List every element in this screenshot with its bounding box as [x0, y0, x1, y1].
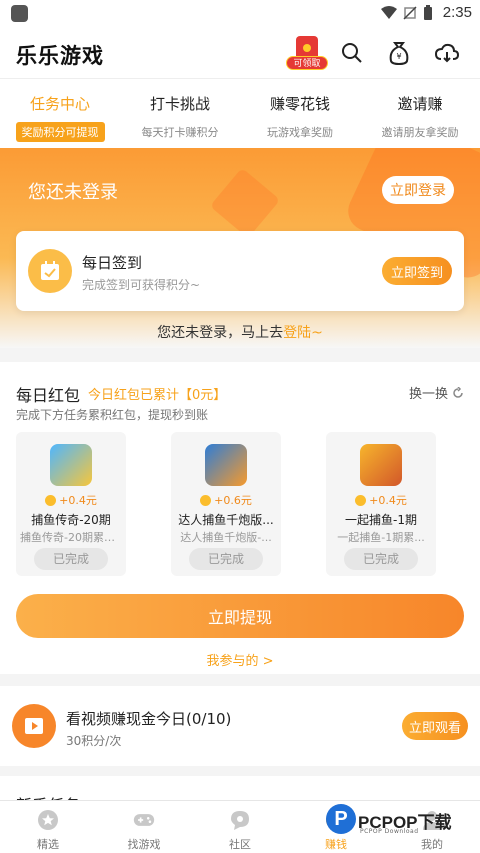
daily-signin-card: 每日签到 完成签到可获得积分~ 立即签到	[16, 231, 464, 311]
login-hint-text: 您还未登录，马上去	[157, 325, 284, 341]
gamepad-icon	[133, 809, 155, 831]
tab-subtitle: 邀请朋友拿奖励	[381, 126, 459, 139]
reward-amount: +0.4元	[326, 492, 436, 508]
star-icon	[37, 809, 59, 831]
coin-icon	[45, 494, 57, 506]
calendar-icon	[28, 249, 72, 293]
nav-item-featured[interactable]: 精选	[0, 801, 96, 853]
fish-game-icon	[50, 444, 92, 486]
video-icon	[12, 704, 56, 748]
signin-subtitle: 完成签到可获得积分~	[82, 278, 201, 292]
video-task-title: 看视频赚现金今日(0/10)	[66, 710, 232, 728]
tab-subtitle: 玩游戏拿奖励	[267, 126, 333, 139]
money-bag-icon: ¥	[389, 42, 409, 65]
cloud-download-icon	[435, 43, 459, 63]
redpack-claim-tag: 可领取	[286, 56, 328, 70]
video-task-section: 看视频赚现金今日(0/10) 30积分/次 立即观看	[0, 686, 480, 766]
tab-title: 赚零花钱	[269, 95, 330, 113]
withdraw-button[interactable]: 立即提现	[16, 594, 464, 638]
tab-task-center[interactable]: 任务中心 奖励积分可提现	[0, 79, 120, 149]
tab-checkin-challenge[interactable]: 打卡挑战 每天打卡赚积分	[120, 79, 240, 149]
nav-item-community[interactable]: 社区	[192, 801, 288, 853]
watch-video-button[interactable]: 立即观看	[402, 712, 468, 740]
chat-icon	[229, 809, 251, 831]
task-status-button[interactable]: 已完成	[344, 548, 418, 570]
my-participation-link[interactable]: 我参与的 >	[0, 650, 480, 669]
nav-label: 精选	[37, 838, 59, 851]
game-name: 达人捕鱼千炮版...	[178, 513, 274, 527]
refresh-button[interactable]: 换一换	[409, 383, 464, 402]
download-button[interactable]	[430, 36, 464, 70]
fish-game-icon	[205, 444, 247, 486]
refresh-icon	[453, 386, 463, 398]
tab-title: 邀请赚	[397, 95, 443, 113]
game-task-desc: 捕鱼传奇-20期累计...	[20, 531, 122, 544]
refresh-label: 换一换	[408, 387, 448, 402]
status-icons: 2:35	[380, 4, 472, 21]
app-title: 乐乐游戏	[16, 44, 104, 68]
notification-app-icon	[11, 5, 28, 22]
login-status-text: 您还未登录	[28, 182, 118, 203]
tab-invite[interactable]: 邀请赚 邀请朋友拿奖励	[360, 79, 480, 149]
redpack-total: 今日红包已累计【0元】	[88, 388, 227, 403]
redpack-claim-button[interactable]: 可领取	[286, 36, 328, 72]
status-bar: 2:35	[0, 0, 480, 28]
tab-pocket-money[interactable]: 赚零花钱 玩游戏拿奖励	[240, 79, 360, 149]
task-tabs: 任务中心 奖励积分可提现 打卡挑战 每天打卡赚积分 赚零花钱 玩游戏拿奖励 邀请…	[0, 78, 480, 148]
login-link[interactable]: 登陆~	[283, 325, 323, 341]
login-hint: 您还未登录，马上去登陆~	[0, 322, 480, 342]
tab-title: 任务中心	[29, 95, 90, 113]
task-status-button[interactable]: 已完成	[189, 548, 263, 570]
login-button[interactable]: 立即登录	[382, 176, 454, 204]
pcpop-watermark: P PCPOP下载 PCPOP Download	[322, 802, 472, 842]
redpack-title: 每日红包	[16, 386, 81, 405]
nav-label: 社区	[229, 838, 251, 851]
daily-redpack-section: 每日红包 今日红包已累计【0元】 换一换 完成下方任务累积红包，提现秒到账 +0…	[0, 362, 480, 674]
svg-text:¥: ¥	[396, 52, 401, 61]
game-task-card[interactable]: +0.4元 捕鱼传奇-20期 捕鱼传奇-20期累计... 已完成	[16, 432, 126, 576]
clock-time: 2:35	[442, 4, 472, 21]
game-name: 捕鱼传奇-20期	[31, 513, 111, 527]
game-task-card[interactable]: +0.4元 一起捕鱼-1期 一起捕鱼-1期累... 已完成	[326, 432, 436, 576]
task-status-button[interactable]: 已完成	[34, 548, 108, 570]
fish-game-icon	[360, 444, 402, 486]
coin-icon	[355, 494, 367, 506]
video-task-reward: 30积分/次	[66, 734, 122, 748]
reward-amount: +0.6元	[171, 492, 281, 508]
banner-decoration	[209, 167, 281, 239]
tab-subtitle: 奖励积分可提现	[15, 122, 105, 142]
game-task-card[interactable]: +0.6元 达人捕鱼千炮版... 达人捕鱼千炮版-... 已完成	[171, 432, 281, 576]
battery-icon	[423, 4, 432, 20]
signin-title: 每日签到	[82, 254, 143, 272]
game-name: 一起捕鱼-1期	[345, 513, 417, 527]
redpack-description: 完成下方任务累积红包，提现秒到账	[16, 408, 209, 422]
search-icon	[342, 43, 362, 63]
nav-label: 找游戏	[127, 838, 161, 851]
reward-amount: +0.4元	[16, 492, 126, 508]
nav-item-find-games[interactable]: 找游戏	[96, 801, 192, 853]
pcpop-logo: P	[326, 804, 356, 834]
coin-icon	[200, 494, 212, 506]
game-task-desc: 一起捕鱼-1期累...	[337, 531, 425, 544]
signin-button[interactable]: 立即签到	[382, 257, 452, 285]
no-signal-icon	[403, 5, 417, 20]
watermark-sub: PCPOP Download	[360, 828, 419, 835]
app-header: 乐乐游戏 可领取 ¥	[0, 28, 480, 78]
tab-subtitle: 每天打卡赚积分	[141, 126, 219, 139]
wallet-button[interactable]: ¥	[382, 36, 416, 70]
game-task-desc: 达人捕鱼千炮版-...	[180, 531, 272, 544]
tab-title: 打卡挑战	[149, 95, 210, 113]
wifi-icon	[380, 5, 397, 19]
search-button[interactable]	[335, 36, 369, 70]
